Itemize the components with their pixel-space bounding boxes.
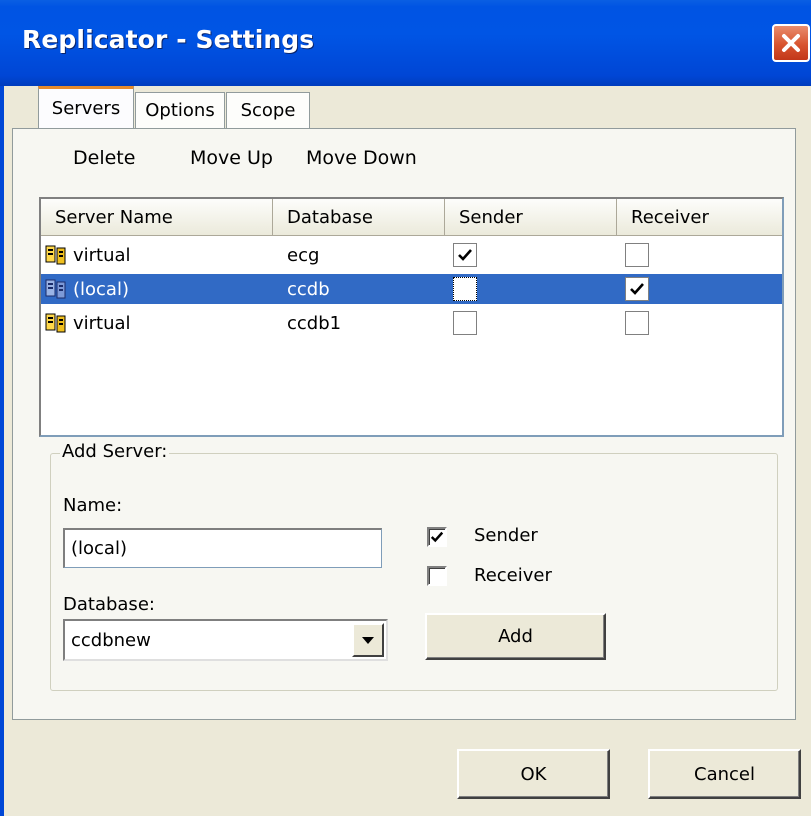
database-label: Database: [63, 594, 155, 615]
close-icon [782, 34, 800, 52]
checkmark-icon [630, 283, 644, 295]
column-header-sender[interactable]: Sender [445, 199, 617, 235]
tab-label: Scope [240, 100, 296, 121]
sender-checkbox[interactable] [453, 311, 477, 335]
table-row[interactable]: virtual ecg [41, 240, 782, 270]
column-label: Database [287, 206, 373, 228]
column-label: Server Name [55, 206, 173, 228]
receiver-checkbox[interactable] [625, 243, 649, 267]
cell-server-name: (local) [73, 278, 129, 300]
column-header-server-name[interactable]: Server Name [41, 199, 273, 235]
ok-button-label: OK [520, 763, 547, 785]
cancel-button-label: Cancel [694, 763, 755, 785]
cancel-button[interactable]: Cancel [648, 749, 801, 799]
server-icon [45, 279, 66, 299]
move-down-button[interactable]: Move Down [306, 147, 417, 169]
receiver-checkbox[interactable] [625, 311, 649, 335]
table-row[interactable]: (local) ccdb [41, 274, 782, 304]
name-field-value: (local) [71, 538, 127, 559]
server-icon [45, 313, 66, 333]
receiver-check-label[interactable]: Receiver [474, 565, 552, 586]
column-header-receiver[interactable]: Receiver [617, 199, 782, 235]
servers-list[interactable]: Server Name Database Sender Receiver vir… [39, 197, 784, 437]
column-label: Sender [459, 206, 523, 228]
window-frame [0, 86, 4, 816]
add-button-label: Add [498, 626, 533, 647]
list-header: Server Name Database Sender Receiver [41, 199, 782, 236]
column-label: Receiver [631, 206, 709, 228]
move-up-button[interactable]: Move Up [190, 147, 273, 169]
dropdown-button[interactable] [352, 623, 384, 657]
chevron-down-icon [362, 637, 374, 644]
checkmark-icon [430, 531, 444, 543]
delete-button[interactable]: Delete [73, 147, 135, 169]
tab-servers[interactable]: Servers [38, 86, 134, 128]
ok-button[interactable]: OK [457, 749, 610, 799]
table-row[interactable]: virtual ccdb1 [41, 308, 782, 338]
cell-database: ccdb [287, 278, 330, 300]
sender-checkbox[interactable] [453, 243, 477, 267]
tab-options[interactable]: Options [135, 92, 225, 128]
cell-database: ecg [287, 244, 320, 266]
sender-check[interactable] [427, 527, 447, 547]
cell-database: ccdb1 [287, 312, 342, 334]
name-label: Name: [63, 495, 123, 516]
cell-server-name: virtual [73, 312, 131, 334]
tab-label: Servers [51, 98, 121, 119]
receiver-check[interactable] [427, 566, 447, 586]
add-button[interactable]: Add [425, 613, 606, 660]
tab-label: Options [145, 100, 215, 121]
name-field[interactable]: (local) [63, 528, 382, 568]
receiver-checkbox[interactable] [625, 277, 649, 301]
tab-scope[interactable]: Scope [226, 92, 310, 128]
sender-check-label[interactable]: Sender [474, 525, 538, 546]
sender-checkbox[interactable] [453, 277, 477, 301]
checkmark-icon [458, 249, 472, 261]
server-icon [45, 245, 66, 265]
add-server-legend: Add Server: [60, 441, 170, 462]
database-select-value: ccdbnew [71, 629, 151, 651]
database-select[interactable]: ccdbnew [63, 619, 388, 661]
column-header-database[interactable]: Database [273, 199, 445, 235]
cell-server-name: virtual [73, 244, 131, 266]
window-title: Replicator - Settings [22, 25, 315, 54]
close-button[interactable] [772, 24, 810, 62]
